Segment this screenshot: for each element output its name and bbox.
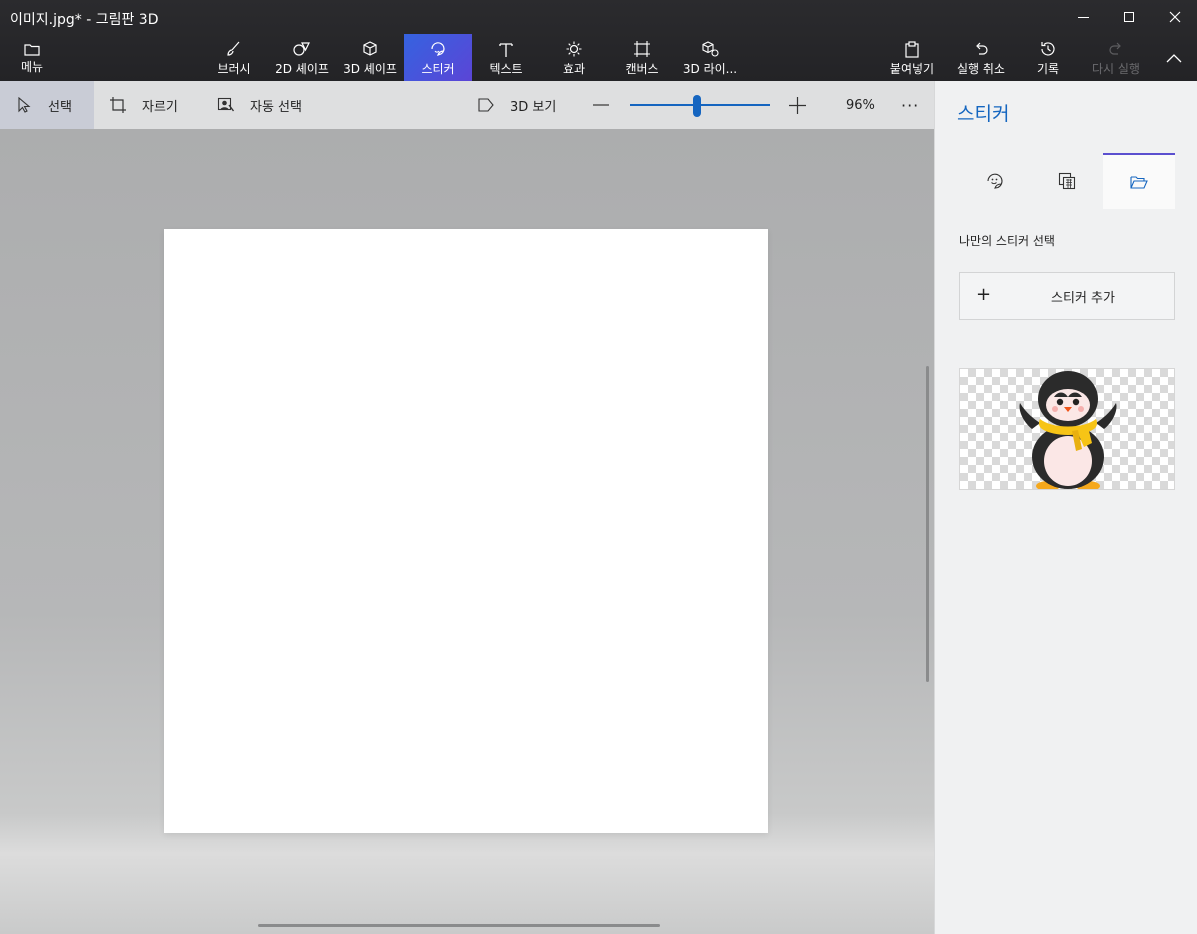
text-icon (499, 43, 513, 57)
magic-select-button[interactable]: 자동 선택 (216, 81, 302, 129)
tab-textures[interactable] (1031, 153, 1103, 209)
ribbon-brush-button[interactable]: 브러시 (210, 34, 258, 81)
sticker-icon (431, 42, 445, 56)
ribbon-3d-library-button[interactable]: 3D 라이... (680, 34, 740, 81)
ribbon-3d-library-label: 3D 라이... (682, 62, 738, 76)
view-3d-label: 3D 보기 (510, 99, 557, 115)
canvas-icon (634, 41, 650, 57)
folder-open-icon (1130, 176, 1148, 189)
ribbon-canvas-label: 캔버스 (625, 62, 659, 76)
menu-button[interactable]: 메뉴 (10, 38, 54, 78)
view-3d-button[interactable]: 3D 보기 (476, 81, 556, 129)
ribbon-sticker-button[interactable]: 스티커 (404, 34, 472, 81)
more-options-button[interactable]: ··· (901, 81, 919, 129)
close-icon (1169, 11, 1181, 23)
ribbon-2d-shapes-label: 2D 셰이프 (275, 62, 329, 76)
select-tool-button[interactable]: 선택 (14, 81, 72, 129)
maximize-icon (1124, 12, 1134, 22)
tab-my-stickers[interactable] (1103, 153, 1175, 209)
redo-icon (1109, 42, 1121, 55)
effects-icon (566, 41, 582, 57)
magic-select-icon (217, 97, 235, 112)
texture-icon (1058, 172, 1076, 190)
add-sticker-button[interactable]: + 스티커 추가 (959, 272, 1175, 320)
3d-view-icon (478, 98, 494, 112)
crop-tool-label: 자르기 (142, 99, 178, 115)
tab-stickers[interactable] (959, 153, 1031, 209)
cursor-icon (18, 97, 31, 113)
add-sticker-label: 스티커 추가 (1051, 291, 1115, 306)
window-title: 이미지.jpg* - 그림판 3D (10, 12, 159, 28)
folder-icon (24, 44, 40, 56)
horizontal-scrollbar[interactable] (258, 924, 660, 927)
history-icon (1041, 42, 1055, 56)
sticker-smiley-icon (987, 173, 1003, 189)
sticker-thumbnail-penguin[interactable] (959, 368, 1175, 490)
ribbon-brush-label: 브러시 (217, 62, 251, 76)
panel-title: 스티커 (957, 103, 1010, 125)
paste-icon (905, 41, 919, 58)
2d-shapes-icon (293, 42, 310, 56)
ribbon-text-label: 텍스트 (489, 62, 523, 76)
undo-button[interactable]: 실행 취소 (950, 34, 1012, 81)
more-icon: ··· (901, 95, 920, 115)
zoom-in-button[interactable] (789, 81, 806, 129)
zoom-slider-thumb[interactable] (693, 95, 702, 117)
zoom-percentage[interactable]: 96% (846, 81, 875, 129)
undo-icon (976, 42, 988, 55)
redo-label: 다시 실행 (1092, 62, 1140, 76)
ribbon-3d-shapes-label: 3D 셰이프 (343, 62, 397, 76)
chevron-up-icon (1166, 54, 1182, 63)
plus-icon (789, 96, 806, 114)
minimize-icon (1077, 16, 1089, 18)
3d-library-icon (702, 41, 719, 57)
ribbon-text-button[interactable]: 텍스트 (478, 34, 534, 81)
zoom-out-button[interactable] (593, 81, 609, 129)
crop-tool-button[interactable]: 자르기 (108, 81, 178, 129)
penguin-sticker (1019, 371, 1117, 489)
select-tool-label: 선택 (48, 99, 72, 115)
title-ribbon-bar: 이미지.jpg* - 그림판 3D 메뉴 브러시 2D 셰이프 3D 셰이프 스… (0, 0, 1197, 81)
brush-icon (227, 41, 240, 56)
maximize-button[interactable] (1106, 0, 1152, 34)
3d-shapes-icon (363, 41, 377, 56)
ribbon-effects-button[interactable]: 효과 (546, 34, 602, 81)
vertical-scrollbar[interactable] (926, 366, 929, 682)
minus-icon (593, 104, 609, 106)
magic-select-label: 자동 선택 (250, 99, 302, 115)
minimize-button[interactable] (1060, 0, 1106, 34)
ribbon-3d-shapes-button[interactable]: 3D 셰이프 (338, 34, 402, 81)
sticker-panel: 스티커 나만의 스티커 선택 + 스티커 추가 (934, 81, 1197, 934)
paste-button[interactable]: 붙여넣기 (884, 34, 940, 81)
ribbon-effects-label: 효과 (562, 62, 586, 76)
close-button[interactable] (1152, 0, 1197, 34)
secondary-toolbar: 선택 자르기 자동 선택 3D 보기 96% ··· (0, 81, 934, 129)
history-label: 기록 (1036, 62, 1060, 76)
menu-label: 메뉴 (20, 60, 44, 74)
crop-icon (110, 97, 126, 113)
section-label: 나만의 스티커 선택 (959, 234, 1055, 248)
history-button[interactable]: 기록 (1022, 34, 1074, 81)
collapse-ribbon-button[interactable] (1160, 44, 1188, 72)
ribbon-2d-shapes-button[interactable]: 2D 셰이프 (270, 34, 334, 81)
ribbon-sticker-label: 스티커 (421, 62, 455, 76)
ribbon-canvas-button[interactable]: 캔버스 (614, 34, 670, 81)
undo-label: 실행 취소 (957, 62, 1005, 76)
redo-button[interactable]: 다시 실행 (1086, 34, 1146, 81)
paste-label: 붙여넣기 (889, 62, 935, 76)
drawing-canvas[interactable] (164, 229, 768, 833)
